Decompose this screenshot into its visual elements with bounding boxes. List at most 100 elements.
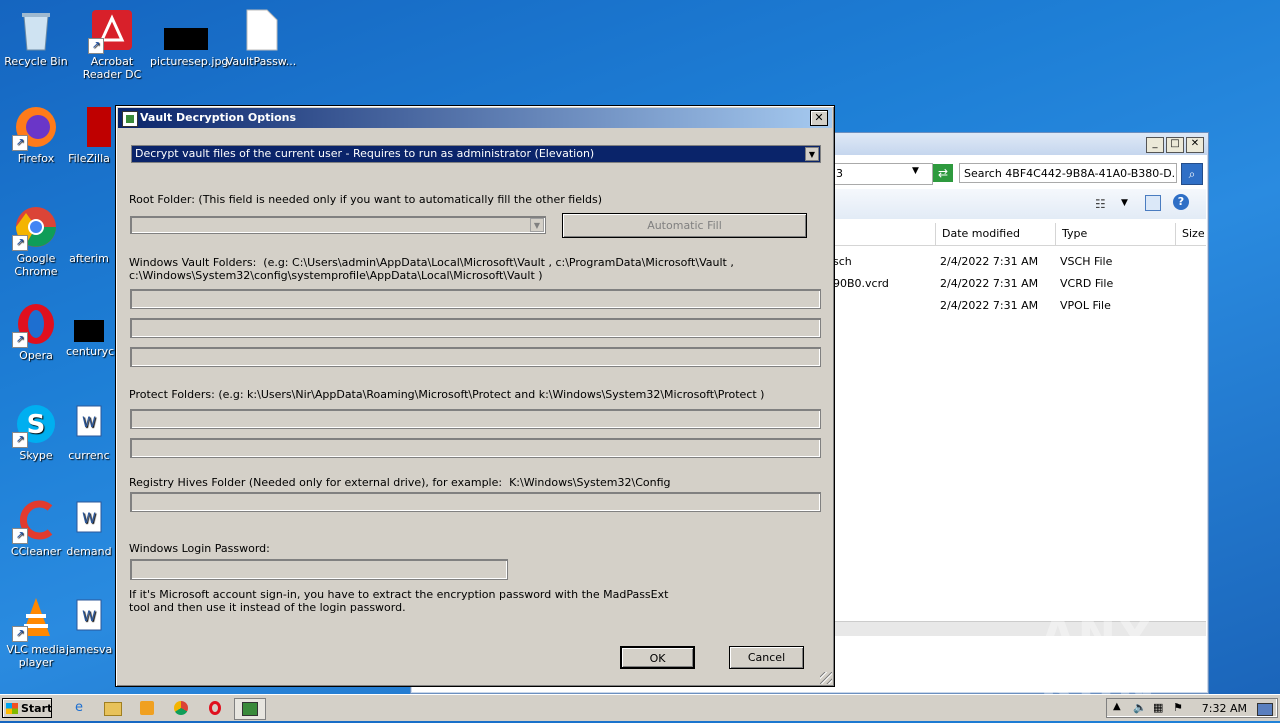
desktop-icon-chrome[interactable]: ↗ Google Chrome xyxy=(0,205,72,278)
desktop-icon-picturesep[interactable]: picturesep.jpg xyxy=(150,8,229,68)
protect-folders-label: Protect Folders: (e.g: k:\Users\Nir\AppD… xyxy=(129,388,765,401)
desktop-icon-demand[interactable]: W demand xyxy=(66,498,112,558)
root-folder-label: Root Folder: (This field is needed only … xyxy=(129,193,603,206)
vault-app-task-button[interactable] xyxy=(234,698,266,720)
chevron-down-icon[interactable]: ▼ xyxy=(912,166,919,176)
registry-hives-field[interactable] xyxy=(130,492,821,512)
help-icon[interactable]: ? xyxy=(1173,194,1189,210)
desktop-icon-vaultpassw[interactable]: VaultPassw... xyxy=(225,8,297,68)
column-size[interactable]: Size xyxy=(1175,223,1206,245)
desktop-icon-label: FileZilla xyxy=(68,152,110,165)
desktop-icon-skype[interactable]: S ↗ Skype xyxy=(0,402,72,462)
shortcut-arrow-icon: ↗ xyxy=(12,432,28,448)
root-folder-combo[interactable]: ▼ xyxy=(130,216,546,234)
desktop-icon-label: Acrobat Reader DC xyxy=(82,55,142,81)
desktop-icon-filezilla[interactable]: FileZilla xyxy=(66,105,113,165)
file-date: 2/4/2022 7:31 AM xyxy=(940,277,1039,290)
login-password-label: Windows Login Password: xyxy=(129,542,270,555)
vlc-icon: ↗ xyxy=(12,596,58,642)
shortcut-arrow-icon: ↗ xyxy=(12,332,28,348)
acrobat-icon: ↗ xyxy=(88,8,134,54)
shortcut-arrow-icon: ↗ xyxy=(88,38,104,54)
desktop-icon-label: picturesep.jpg xyxy=(150,55,229,68)
svg-text:W: W xyxy=(82,415,96,431)
desktop-icon-label: Opera xyxy=(19,349,53,362)
automatic-fill-button[interactable]: Automatic Fill xyxy=(562,213,807,238)
action-center-flag-icon[interactable]: ⚑ xyxy=(1173,701,1183,714)
preview-pane-icon[interactable] xyxy=(1145,195,1161,211)
shortcut-arrow-icon: ↗ xyxy=(12,626,28,642)
tray-expand-icon[interactable]: ▲ xyxy=(1113,701,1121,712)
resize-grip-icon[interactable] xyxy=(820,672,832,684)
firefox-icon: ↗ xyxy=(12,105,58,151)
vault-folders-label: Windows Vault Folders: (e.g: C:\Users\ad… xyxy=(129,256,734,269)
registry-hives-label: Registry Hives Folder (Needed only for e… xyxy=(129,476,671,489)
shortcut-arrow-icon: ↗ xyxy=(12,235,28,251)
explorer-search-input[interactable]: Search 4BF4C442-9B8A-41A0-B380-D... xyxy=(959,163,1177,183)
chevron-down-icon[interactable]: ▼ xyxy=(1121,198,1128,208)
network-icon[interactable]: ▦ xyxy=(1153,701,1163,714)
taskbar: Start e ▲ 🔈 ▦ ⚑ 7:32 AM xyxy=(0,694,1280,721)
file-date: 2/4/2022 7:31 AM xyxy=(940,299,1039,312)
file-type: VSCH File xyxy=(1060,255,1113,268)
start-button[interactable]: Start xyxy=(2,698,52,718)
word-doc-icon: W xyxy=(75,498,103,542)
desktop-icon-label: CCleaner xyxy=(10,545,62,558)
vault-decryption-dialog: Vault Decryption Options ✕ Decrypt vault… xyxy=(115,105,835,687)
desktop-icon-firefox[interactable]: ↗ Firefox xyxy=(0,105,72,165)
desktop-icon-label: currenc xyxy=(68,449,110,462)
vault-folder-field-2[interactable] xyxy=(130,318,821,338)
desktop-icon-currenc[interactable]: W currenc xyxy=(66,402,112,462)
file-icon xyxy=(239,8,283,52)
desktop-icon-acrobat[interactable]: ↗ Acrobat Reader DC xyxy=(76,8,148,81)
close-icon[interactable]: ✕ xyxy=(1186,137,1204,153)
opera-icon[interactable] xyxy=(204,698,226,718)
ccleaner-icon: ↗ xyxy=(12,498,58,544)
media-player-icon[interactable] xyxy=(136,698,158,718)
vault-folder-field-3[interactable] xyxy=(130,347,821,367)
maximize-icon[interactable]: □ xyxy=(1166,137,1184,153)
protect-folder-field-1[interactable] xyxy=(130,409,821,429)
address-text: 3 xyxy=(836,167,843,180)
ok-button[interactable]: OK xyxy=(620,646,695,669)
column-type[interactable]: Type xyxy=(1055,223,1172,245)
desktop-icon-ccleaner[interactable]: ↗ CCleaner xyxy=(0,498,72,558)
minimize-icon[interactable]: _ xyxy=(1146,137,1164,153)
explorer-window-controls: _ □ ✕ xyxy=(1146,137,1204,153)
clock[interactable]: 7:32 AM xyxy=(1202,699,1247,719)
desktop-icon-recycle-bin[interactable]: Recycle Bin xyxy=(0,8,72,68)
chrome-icon[interactable] xyxy=(170,698,192,718)
show-desktop-icon[interactable] xyxy=(1257,703,1273,716)
chevron-down-icon[interactable]: ▼ xyxy=(530,218,544,232)
shortcut-arrow-icon: ↗ xyxy=(12,135,28,151)
desktop-icon-afterim[interactable]: afterim xyxy=(66,252,112,265)
desktop-icon-opera[interactable]: ↗ Opera xyxy=(0,302,72,362)
login-password-field[interactable] xyxy=(130,559,508,580)
image-file-icon xyxy=(164,8,208,52)
desktop-icon-centuryc[interactable]: centuryc xyxy=(66,320,114,358)
word-doc-icon: W xyxy=(75,402,103,446)
dialog-titlebar[interactable]: Vault Decryption Options ✕ xyxy=(118,108,832,128)
decryption-mode-value: Decrypt vault files of the current user … xyxy=(135,147,595,160)
file-date: 2/4/2022 7:31 AM xyxy=(940,255,1039,268)
volume-icon[interactable]: 🔈 xyxy=(1133,701,1147,714)
desktop-icon-vlc[interactable]: ↗ VLC media player xyxy=(0,596,72,669)
cancel-button[interactable]: Cancel xyxy=(729,646,804,669)
protect-folder-field-2[interactable] xyxy=(130,438,821,458)
decryption-mode-select[interactable]: Decrypt vault files of the current user … xyxy=(131,145,821,163)
desktop-icon-label: Google Chrome xyxy=(14,252,58,278)
internet-explorer-icon[interactable]: e xyxy=(68,698,90,718)
svg-text:W: W xyxy=(82,609,96,625)
desktop-icon-label: VLC media player xyxy=(6,643,66,669)
chrome-icon: ↗ xyxy=(12,205,58,251)
file-name: 90B0.vcrd xyxy=(833,277,889,290)
view-options-icon[interactable]: ☷ xyxy=(1095,197,1106,211)
close-button[interactable]: ✕ xyxy=(810,110,828,126)
desktop-icon-jamesva[interactable]: W jamesva xyxy=(66,596,112,656)
chevron-down-icon[interactable]: ▼ xyxy=(805,147,819,161)
folder-icon[interactable] xyxy=(102,698,124,718)
search-icon[interactable]: ⌕ xyxy=(1181,163,1203,185)
column-date-modified[interactable]: Date modified xyxy=(935,223,1052,245)
refresh-icon[interactable]: ⇄ xyxy=(933,164,953,182)
vault-folder-field-1[interactable] xyxy=(130,289,821,309)
